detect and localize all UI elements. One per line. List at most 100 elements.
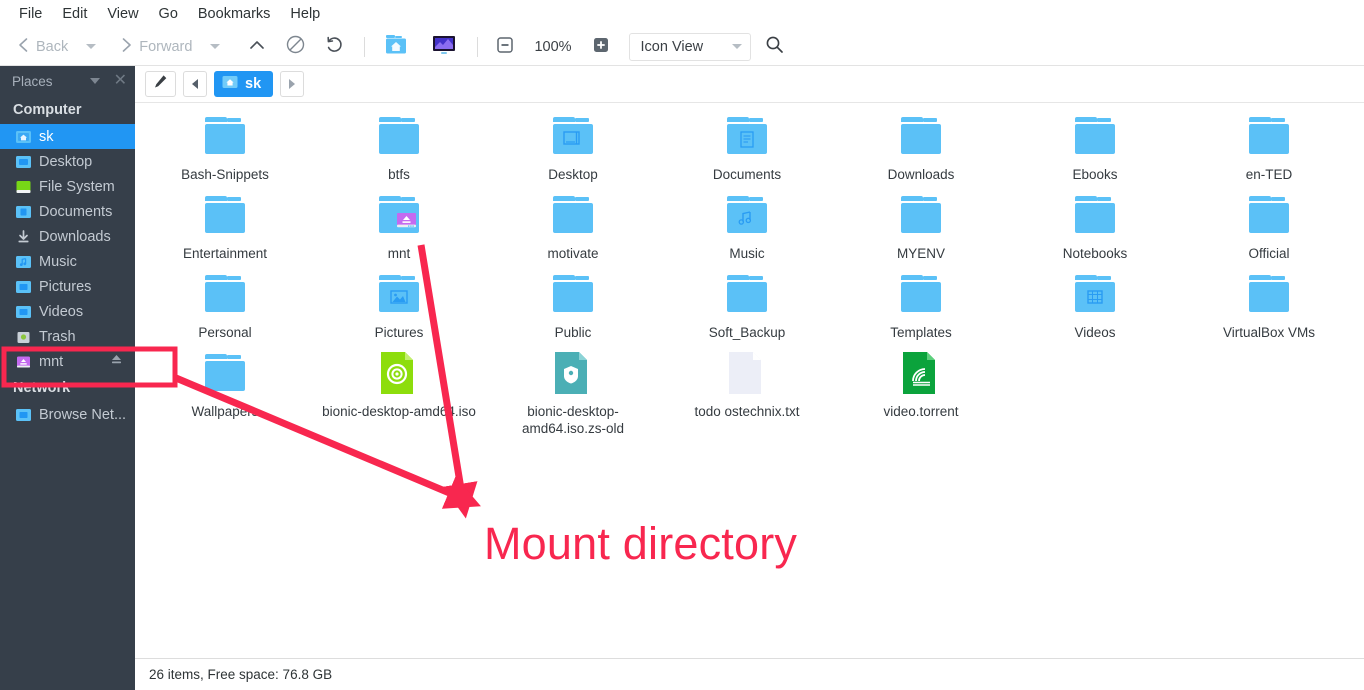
- folder-icon: [201, 196, 249, 240]
- file-item[interactable]: MYENV: [834, 190, 1008, 269]
- sidebar-item-file-system[interactable]: File System: [0, 174, 135, 199]
- sidebar-item-label: sk: [39, 129, 54, 145]
- desktop-button[interactable]: [421, 32, 467, 62]
- path-scroll-right-button[interactable]: [280, 71, 304, 97]
- file-item[interactable]: motivate: [486, 190, 660, 269]
- parent-folder-button[interactable]: [239, 32, 275, 62]
- reload-button[interactable]: [316, 32, 354, 62]
- sidebar-item-trash[interactable]: Trash: [0, 324, 135, 349]
- sidebar-item-sk[interactable]: sk: [0, 124, 135, 149]
- reload-icon: [325, 36, 345, 58]
- home-button[interactable]: [375, 32, 419, 62]
- file-item[interactable]: Videos: [1008, 269, 1182, 348]
- sidebar-item-documents[interactable]: Documents: [0, 199, 135, 224]
- file-manager-window: File Edit View Go Bookmarks Help Back Fo…: [0, 0, 1364, 690]
- file-item[interactable]: bionic-desktop-amd64.iso: [312, 348, 486, 427]
- breadcrumb-sk[interactable]: sk: [214, 71, 273, 97]
- eject-icon[interactable]: [110, 353, 123, 370]
- stop-icon: [286, 35, 305, 58]
- desktop-folder-icon: [16, 155, 31, 169]
- folder-icon: [375, 275, 423, 319]
- search-button[interactable]: [765, 35, 784, 59]
- file-item[interactable]: en-TED: [1182, 111, 1356, 190]
- file-label: Music: [663, 245, 831, 262]
- sidebar-item-label: Videos: [39, 304, 83, 320]
- menu-item-file[interactable]: File: [9, 3, 52, 25]
- menu-item-bookmarks[interactable]: Bookmarks: [188, 3, 281, 25]
- zoom-in-button[interactable]: [584, 32, 618, 62]
- sidebar-item-browse-network[interactable]: Browse Net...: [0, 402, 135, 427]
- file-grid-area[interactable]: Bash-Snippets btfs Desktop: [135, 103, 1364, 658]
- file-item[interactable]: mnt: [312, 190, 486, 269]
- file-item[interactable]: Public: [486, 269, 660, 348]
- folder-icon: [201, 275, 249, 319]
- sidebar-item-mnt[interactable]: mnt: [0, 349, 135, 374]
- file-item[interactable]: Notebooks: [1008, 190, 1182, 269]
- file-item[interactable]: Soft_Backup: [660, 269, 834, 348]
- chevron-down-icon: [210, 44, 220, 49]
- file-label: Pictures: [315, 324, 483, 341]
- file-item[interactable]: Desktop: [486, 111, 660, 190]
- file-item[interactable]: Wallpapers: [138, 348, 312, 427]
- folder-icon: [723, 275, 771, 319]
- annotation-callout-label: Mount directory: [484, 518, 797, 570]
- forward-label: Forward: [139, 39, 192, 55]
- close-icon[interactable]: ✕: [114, 74, 127, 88]
- file-label: en-TED: [1185, 166, 1353, 183]
- file-label: bionic-desktop-amd64.iso.zs-old: [489, 403, 657, 437]
- iso-file-icon: [375, 354, 423, 398]
- forward-button[interactable]: Forward: [113, 32, 199, 62]
- file-item[interactable]: VirtualBox VMs: [1182, 269, 1356, 348]
- menu-item-edit[interactable]: Edit: [52, 3, 97, 25]
- stop-button[interactable]: [277, 32, 314, 62]
- file-item[interactable]: Official: [1182, 190, 1356, 269]
- file-item[interactable]: Music: [660, 190, 834, 269]
- file-label: Soft_Backup: [663, 324, 831, 341]
- file-item[interactable]: bionic-desktop-amd64.iso.zs-old: [486, 348, 660, 427]
- zoom-out-button[interactable]: [488, 32, 522, 62]
- desktop-icon: [430, 33, 458, 61]
- file-item[interactable]: Ebooks: [1008, 111, 1182, 190]
- status-text: 26 items, Free space: 76.8 GB: [149, 667, 332, 682]
- file-item[interactable]: btfs: [312, 111, 486, 190]
- menu-item-go[interactable]: Go: [149, 3, 188, 25]
- sidebar-item-music[interactable]: Music: [0, 249, 135, 274]
- file-item[interactable]: Pictures: [312, 269, 486, 348]
- file-item[interactable]: Entertainment: [138, 190, 312, 269]
- forward-history-dropdown[interactable]: [201, 32, 229, 62]
- sidebar-item-pictures[interactable]: Pictures: [0, 274, 135, 299]
- chevron-down-icon[interactable]: [90, 78, 100, 84]
- menu-item-help[interactable]: Help: [280, 3, 330, 25]
- places-sidebar: Places ✕ Computer sk Desktop: [0, 66, 135, 690]
- file-item[interactable]: Templates: [834, 269, 1008, 348]
- file-item[interactable]: Bash-Snippets: [138, 111, 312, 190]
- sidebar-item-label: mnt: [39, 354, 63, 370]
- picture-glyph-icon: [387, 288, 411, 307]
- file-item[interactable]: video.torrent: [834, 348, 1008, 427]
- sidebar-group-title: Network: [0, 374, 135, 402]
- back-button[interactable]: Back: [10, 32, 75, 62]
- file-label: Bash-Snippets: [141, 166, 309, 183]
- folder-icon: [897, 196, 945, 240]
- zoom-out-icon: [497, 37, 513, 57]
- path-scroll-left-button[interactable]: [183, 71, 207, 97]
- sidebar-item-label: Music: [39, 254, 77, 270]
- view-mode-select[interactable]: Icon View: [629, 33, 751, 61]
- back-history-dropdown[interactable]: [77, 32, 105, 62]
- back-arrow-icon: [17, 37, 30, 57]
- folder-icon: [549, 275, 597, 319]
- menu-item-view[interactable]: View: [97, 3, 148, 25]
- file-item[interactable]: todo ostechnix.txt: [660, 348, 834, 427]
- file-item[interactable]: Documents: [660, 111, 834, 190]
- music-folder-icon: [16, 255, 31, 269]
- status-bar: 26 items, Free space: 76.8 GB: [135, 658, 1364, 690]
- sidebar-item-videos[interactable]: Videos: [0, 299, 135, 324]
- file-item[interactable]: Downloads: [834, 111, 1008, 190]
- sidebar-item-desktop[interactable]: Desktop: [0, 149, 135, 174]
- file-item[interactable]: Personal: [138, 269, 312, 348]
- sidebar-item-downloads[interactable]: Downloads: [0, 224, 135, 249]
- toolbar: Back Forward: [0, 28, 1364, 66]
- edit-path-button[interactable]: [145, 71, 176, 97]
- file-label: todo ostechnix.txt: [663, 403, 831, 420]
- mounted-volume-icon: [16, 355, 31, 369]
